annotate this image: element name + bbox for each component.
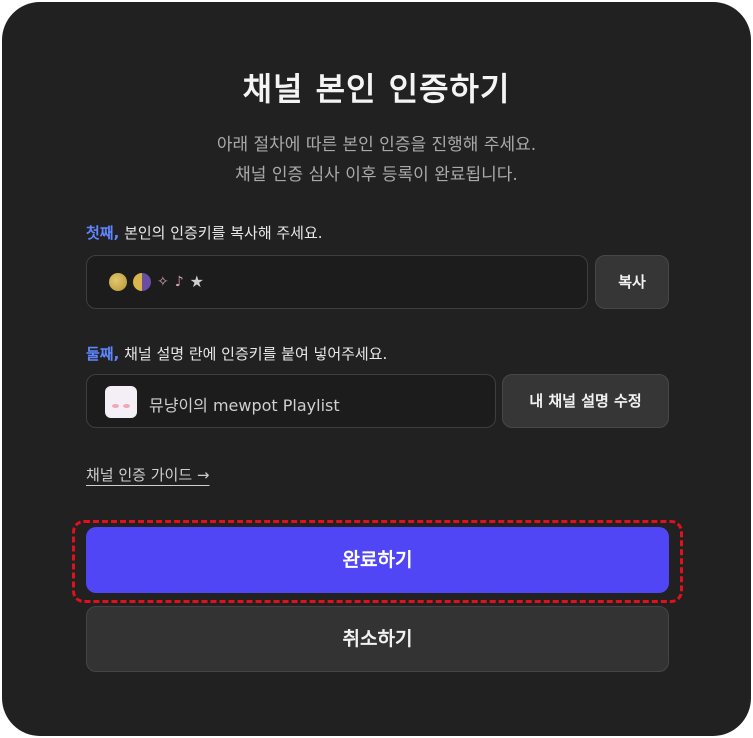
moon-icon: [109, 272, 127, 291]
cancel-button[interactable]: 취소하기: [86, 606, 669, 672]
step1-text: 본인의 인증키를 복사해 주세요.: [119, 224, 323, 242]
dialog-subtitle-1: 아래 절차에 따른 본인 인증을 진행해 주세요.: [216, 135, 537, 155]
channel-verify-guide-link[interactable]: 채널 인증 가이드 →: [86, 464, 209, 485]
channel-avatar: [105, 386, 137, 418]
channel-name: 뮤냥이의 mewpot Playlist: [149, 396, 340, 415]
guitar-icon: ♪: [174, 273, 184, 290]
star-icon: ★: [189, 272, 205, 291]
edit-channel-description-button[interactable]: 내 채널 설명 수정: [502, 374, 669, 428]
complete-button[interactable]: 완료하기: [86, 527, 669, 593]
step2-label: 둘째, 채널 설명 란에 인증키를 붙여 넣어주세요.: [86, 343, 387, 364]
half-moon-icon: [133, 272, 151, 291]
sparkle-icon: ✧: [157, 273, 169, 290]
blush-left: [112, 404, 119, 408]
dialog-title: 채널 본인 인증하기: [242, 70, 511, 108]
step2-text: 채널 설명 란에 인증키를 붙여 넣어주세요.: [119, 345, 388, 363]
step1-highlight: 첫째,: [86, 224, 120, 242]
step2-highlight: 둘째,: [86, 345, 120, 363]
copy-button[interactable]: 복사: [595, 255, 669, 309]
dialog-subtitle-2: 채널 인증 심사 이후 등록이 완료됩니다.: [235, 165, 518, 185]
blush-right: [123, 404, 130, 408]
auth-key-field[interactable]: ✧ ♪ ★: [86, 255, 588, 309]
channel-info-field: 뮤냥이의 mewpot Playlist: [86, 374, 496, 428]
verify-channel-dialog: 채널 본인 인증하기 아래 절차에 따른 본인 인증을 진행해 주세요. 채널 …: [2, 2, 751, 736]
step1-label: 첫째, 본인의 인증키를 복사해 주세요.: [86, 222, 323, 243]
auth-key-icons: ✧ ♪ ★: [109, 272, 204, 291]
